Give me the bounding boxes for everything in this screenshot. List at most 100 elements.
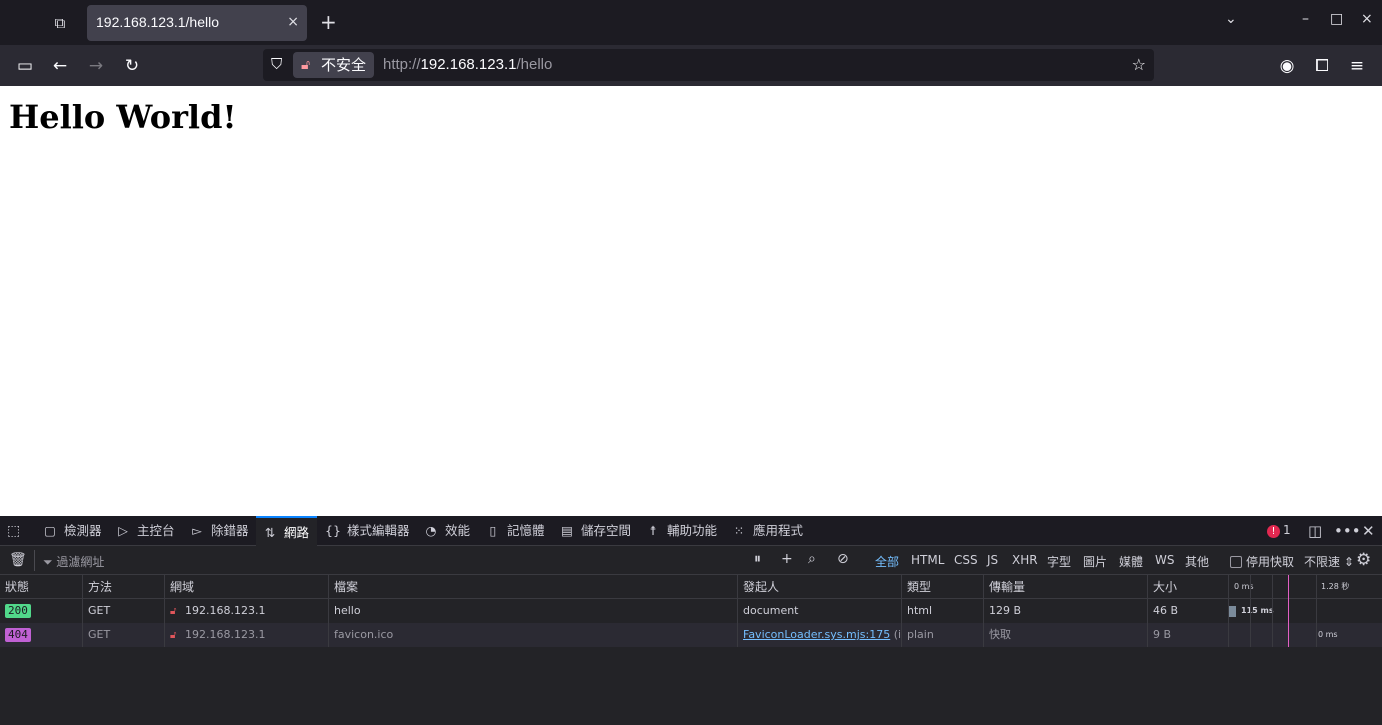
tab-accessibility[interactable]: ☨ 輔助功能 [645, 516, 717, 546]
account-icon: ◉ [1279, 56, 1295, 76]
clear-trash-icon[interactable]: 🗑︎ [9, 552, 27, 568]
table-row[interactable]: 200 GET 🔓︎ 192.168.123.1 hello document h… [0, 599, 1382, 623]
filter-type-media[interactable]: 媒體 [1119, 553, 1143, 570]
firefox-view-icon: ⧉ [54, 14, 66, 32]
status-cell: 200 [0, 599, 83, 623]
debugger-icon: ▻ [192, 523, 202, 538]
console-icon: ▷ [118, 523, 128, 538]
tab-label: 記憶體 [507, 523, 545, 538]
waterfall-gridline [1272, 575, 1273, 647]
column-initiator[interactable]: 發起人 [738, 575, 902, 599]
filter-type-other[interactable]: 其他 [1185, 553, 1209, 570]
address-bar[interactable]: ⛉ 🔓︎ 不安全 http://192.168.123.1/hello ☆ [263, 49, 1154, 81]
tab-label: 主控台 [137, 523, 175, 538]
disable-cache-checkbox[interactable]: 停用快取 [1230, 553, 1294, 570]
maximize-button[interactable]: □ [1330, 11, 1343, 27]
column-type[interactable]: 類型 [902, 575, 984, 599]
column-transferred[interactable]: 傳輸量 [984, 575, 1148, 599]
element-picker-icon[interactable]: ⬚ [7, 523, 20, 539]
size-cell: 46 B [1148, 599, 1229, 623]
menu-button[interactable]: ≡ [1346, 55, 1368, 77]
browser-tab[interactable]: 192.168.123.1/hello × [87, 5, 307, 41]
accessibility-icon: ☨ [649, 523, 657, 538]
filter-type-fonts[interactable]: 字型 [1047, 553, 1071, 570]
search-icon[interactable]: ⌕ [808, 551, 816, 567]
filter-type-js[interactable]: JS [987, 553, 998, 567]
column-domain[interactable]: 網域 [165, 575, 329, 599]
security-label: 不安全 [321, 56, 367, 74]
filter-type-html[interactable]: HTML [911, 553, 944, 567]
bookmark-star-icon[interactable]: ☆ [1132, 55, 1146, 74]
reload-button[interactable]: ↻ [121, 55, 143, 77]
waterfall-gridline [1250, 575, 1251, 647]
chevron-down-icon: ⌄ [1225, 11, 1237, 27]
tab-console[interactable]: ▷ 主控台 [115, 516, 175, 546]
gear-icon[interactable]: ⚙ [1356, 550, 1371, 570]
tab-label: 樣式編輯器 [347, 523, 410, 538]
style-editor-icon: {} [325, 523, 341, 538]
firefox-view-button[interactable]: ⧉ [50, 13, 70, 33]
account-button[interactable]: ◉ [1276, 55, 1298, 77]
tab-label: 輔助功能 [667, 523, 718, 538]
tab-network[interactable]: ⇅ 網路 [256, 516, 317, 546]
waterfall-load-marker [1288, 575, 1289, 647]
filter-type-images[interactable]: 圖片 [1083, 553, 1107, 570]
tab-style-editor[interactable]: {} 樣式編輯器 [325, 516, 410, 546]
back-button[interactable]: ← [49, 55, 71, 77]
disable-cache-label: 停用快取 [1246, 555, 1295, 569]
connection-not-secure-button[interactable]: 🔓︎ 不安全 [293, 52, 374, 78]
size-cell: 9 B [1148, 623, 1229, 647]
tracking-protection-icon[interactable]: ⛉ [271, 55, 282, 73]
forward-button[interactable]: → [85, 55, 107, 77]
transferred-cell: 129 B [984, 599, 1148, 623]
pause-icon[interactable]: ⏸ [754, 551, 761, 567]
filter-type-xhr[interactable]: XHR [1012, 553, 1038, 567]
tab-application[interactable]: ⁙ 應用程式 [731, 516, 803, 546]
waterfall-bar [1229, 606, 1236, 617]
column-status[interactable]: 狀態 [0, 575, 83, 599]
initiator-link[interactable]: FaviconLoader.sys.mjs:175 [743, 628, 890, 641]
file-cell: hello [329, 599, 738, 623]
url-host: 192.168.123.1 [420, 56, 517, 73]
filter-type-css[interactable]: CSS [954, 553, 978, 567]
close-window-button[interactable]: × [1361, 11, 1373, 27]
column-size[interactable]: 大小 [1148, 575, 1229, 599]
tab-debugger[interactable]: ▻ 除錯器 [189, 516, 248, 546]
list-all-tabs-button[interactable]: ⌄ [1225, 11, 1237, 27]
tab-performance[interactable]: ◔ 效能 [423, 516, 470, 546]
storage-icon: ▤ [561, 523, 573, 538]
filter-type-ws[interactable]: WS [1155, 553, 1174, 567]
tab-inspector[interactable]: ▢ 檢測器 [42, 516, 101, 546]
throttling-select[interactable]: 不限速 ⇕ [1304, 553, 1354, 570]
checkbox[interactable] [1230, 556, 1242, 568]
column-file[interactable]: 檔案 [329, 575, 738, 599]
block-requests-icon[interactable]: ⊘ [837, 551, 849, 567]
sidebar-toggle-button[interactable]: ▭ [14, 55, 36, 77]
method-cell: GET [83, 623, 165, 647]
minimize-button[interactable]: – [1302, 11, 1309, 27]
dock-toggle-icon[interactable]: ◫ [1308, 522, 1322, 540]
error-count-badge[interactable]: ! 1 [1267, 523, 1291, 538]
tab-strip: ⧉ 192.168.123.1/hello × + ⌄ – □ × [0, 0, 1382, 45]
new-tab-button[interactable]: + [320, 11, 337, 33]
type-cell: plain [902, 623, 984, 647]
tab-close-button[interactable]: × [287, 14, 299, 30]
table-row[interactable]: 404 GET 🔓︎ 192.168.123.1 favicon.ico Favi… [0, 623, 1382, 647]
waterfall-gridline [1316, 575, 1317, 647]
initiator-cell: document [738, 599, 902, 623]
tab-storage[interactable]: ▤ 儲存空間 [559, 516, 631, 546]
initiator-cell: FaviconLoader.sys.mjs:175 (i... [738, 623, 902, 647]
extensions-button[interactable]: ⧠ [1311, 55, 1333, 77]
url-text[interactable]: http://192.168.123.1/hello [383, 56, 552, 73]
close-devtools-icon[interactable]: ✕ [1362, 522, 1375, 540]
filter-type-all[interactable]: 全部 [871, 553, 904, 577]
tab-title: 192.168.123.1/hello [96, 14, 219, 30]
url-path: /hello [516, 56, 553, 73]
add-request-icon[interactable]: + [781, 551, 793, 567]
waterfall-tick-end: 1.28 秒 [1321, 582, 1350, 591]
more-options-icon[interactable]: ••• [1334, 522, 1361, 540]
filter-urls-input[interactable]: ⏷ 過濾網址 [43, 553, 104, 570]
url-scheme: http:// [383, 56, 421, 73]
tab-memory[interactable]: ▯ 記憶體 [485, 516, 545, 546]
column-method[interactable]: 方法 [83, 575, 165, 599]
